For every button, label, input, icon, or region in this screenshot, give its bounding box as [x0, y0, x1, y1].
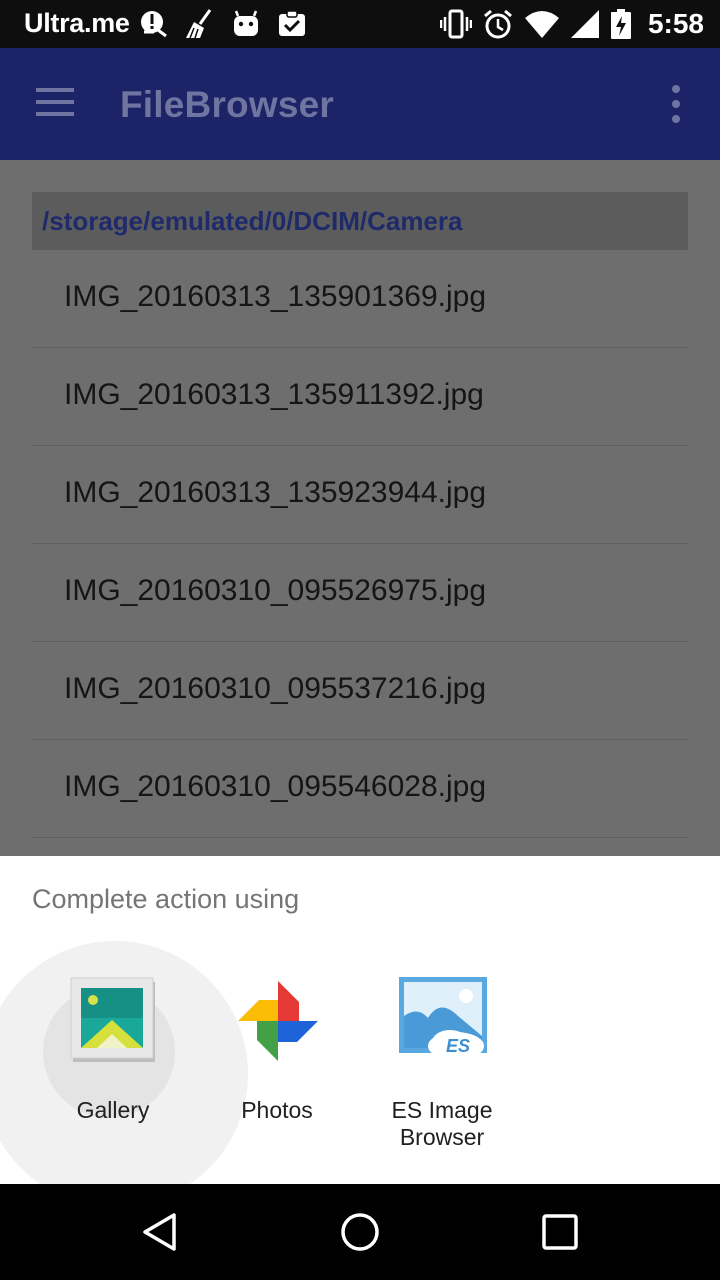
file-name: IMG_20160310_095526975.jpg — [64, 574, 487, 607]
app-option-gallery[interactable]: Gallery — [38, 976, 188, 1176]
app-label: Gallery — [76, 1097, 150, 1123]
status-bar: Ultra.me 5:58 — [0, 0, 720, 48]
more-vert-icon[interactable] — [660, 80, 692, 130]
broom-icon — [186, 9, 212, 39]
vibrate-icon — [439, 9, 472, 39]
photos-pinwheel-icon — [238, 981, 318, 1061]
file-name: IMG_20160310_095537216.jpg — [64, 672, 487, 705]
system-status-icons: 5:58 — [439, 6, 704, 42]
notification-icons — [138, 8, 308, 40]
file-name: IMG_20160313_135901369.jpg — [64, 280, 487, 313]
android-icon — [234, 10, 258, 36]
signal-icon — [570, 10, 599, 38]
file-name: IMG_20160310_095546028.jpg — [64, 770, 487, 803]
app-label: ES Image Browser — [391, 1097, 493, 1150]
path-breadcrumb: /storage/emulated/0/DCIM/Camera — [32, 192, 688, 250]
app-option-es-image-browser[interactable]: ES ES Image Browser — [367, 976, 517, 1176]
svg-text:ES: ES — [446, 1036, 470, 1056]
app-title: FileBrowser — [120, 84, 334, 125]
back-triangle-icon[interactable] — [138, 1210, 182, 1254]
list-item[interactable]: IMG_20160313_135911392.jpg — [32, 348, 688, 446]
clipboard-check-icon — [279, 10, 305, 36]
alarm-icon — [483, 9, 512, 39]
es-image-browser-icon: ES — [399, 977, 487, 1060]
battery-charging-icon — [610, 9, 631, 39]
current-path: /storage/emulated/0/DCIM/Camera — [42, 206, 463, 236]
list-item[interactable]: IMG_20160310_095537216.jpg — [32, 642, 688, 740]
list-item[interactable]: IMG_20160313_135923944.jpg — [32, 446, 688, 544]
clock: 5:58 — [647, 8, 704, 39]
hamburger-menu-icon[interactable] — [34, 84, 76, 124]
alert-bug-icon — [141, 11, 167, 38]
file-browser-content: /storage/emulated/0/DCIM/Camera IMG_2016… — [0, 160, 720, 856]
list-item[interactable]: IMG_20160310_095526975.jpg — [32, 544, 688, 642]
file-name: IMG_20160313_135923944.jpg — [64, 476, 487, 509]
navigation-bar — [0, 1184, 720, 1280]
file-list: IMG_20160313_135901369.jpg IMG_20160313_… — [32, 250, 688, 838]
wifi-icon — [524, 11, 559, 38]
app-bar: FileBrowser — [0, 48, 720, 160]
carrier-label: Ultra.me — [24, 8, 130, 38]
list-item[interactable]: IMG_20160313_135901369.jpg — [32, 250, 688, 348]
app-option-photos[interactable]: Photos — [202, 976, 352, 1176]
chooser-title: Complete action using — [32, 884, 300, 914]
recents-square-icon[interactable] — [538, 1210, 582, 1254]
gallery-app-icon — [70, 977, 155, 1062]
app-label: Photos — [241, 1097, 313, 1123]
chooser-sheet: Complete action using Gallery Photos ES … — [0, 856, 720, 1184]
list-item[interactable]: IMG_20160310_095546028.jpg — [32, 740, 688, 838]
home-circle-icon[interactable] — [338, 1210, 382, 1254]
file-name: IMG_20160313_135911392.jpg — [64, 378, 484, 411]
